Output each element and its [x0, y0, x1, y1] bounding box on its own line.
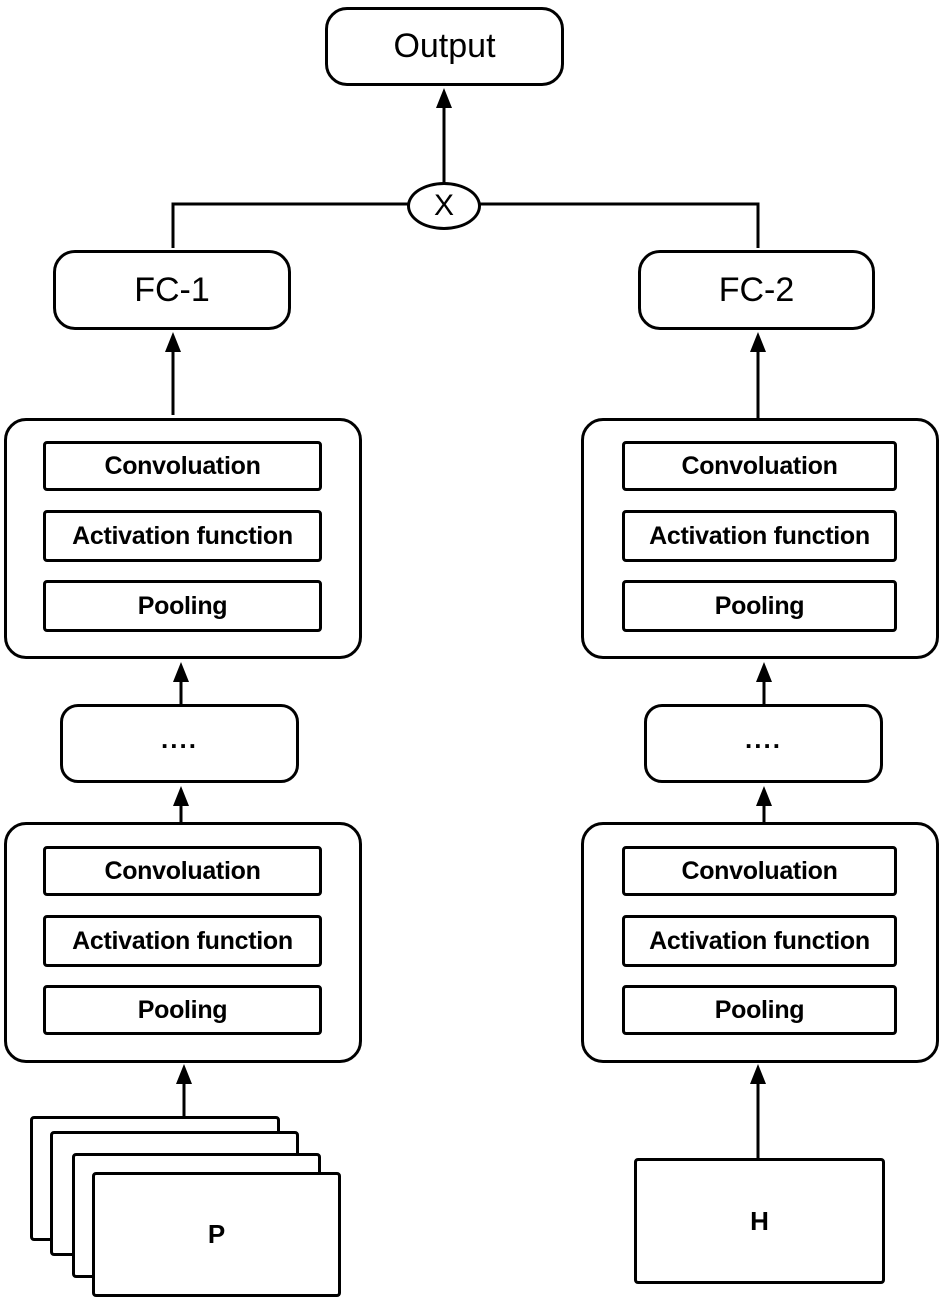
- multiply-icon: X: [433, 189, 454, 222]
- arrowhead-left-block-top: [173, 662, 189, 682]
- fc2-node: FC-2: [638, 250, 875, 330]
- arrowhead-fc1: [165, 332, 181, 352]
- arrowhead-right-ellipsis: [756, 786, 772, 806]
- right-bottom-layer-convolution: Convoluation: [622, 846, 897, 896]
- input-p-label: P: [207, 1219, 226, 1249]
- left-bottom-layer-pooling: Pooling: [43, 985, 322, 1035]
- input-h-node: H: [634, 1158, 885, 1284]
- arrowhead-right-block-top: [756, 662, 772, 682]
- arrowhead-output: [436, 88, 452, 108]
- right-top-layer-convolution: Convoluation: [622, 441, 897, 491]
- left-bottom-layer-convolution: Convoluation: [43, 846, 322, 896]
- fc1-node: FC-1: [53, 250, 291, 330]
- left-top-layer-activation: Activation function: [43, 510, 322, 562]
- multiply-node: X: [407, 182, 481, 230]
- line-fc2-to-x: [480, 202, 760, 248]
- right-ellipsis-node: ....: [644, 704, 883, 783]
- right-top-layer-pooling: Pooling: [622, 580, 897, 632]
- input-h-label: H: [750, 1205, 769, 1236]
- right-bottom-layer-pooling: Pooling: [622, 985, 897, 1035]
- output-node: Output: [325, 7, 564, 86]
- arrowhead-fc2: [750, 332, 766, 352]
- right-top-layer-activation: Activation function: [622, 510, 897, 562]
- arrowhead-left-block-bottom: [176, 1064, 192, 1084]
- left-top-layer-pooling: Pooling: [43, 580, 322, 632]
- left-bottom-layer-activation: Activation function: [43, 915, 322, 967]
- output-label: Output: [393, 27, 496, 65]
- arrowhead-right-block-bottom: [750, 1064, 766, 1084]
- right-bottom-layer-activation: Activation function: [622, 915, 897, 967]
- input-p-node: P: [92, 1172, 341, 1297]
- left-ellipsis-node: ....: [60, 704, 299, 783]
- line-fc1-to-x: [171, 202, 408, 248]
- fc2-label: FC-2: [718, 270, 795, 309]
- fc1-label: FC-1: [134, 270, 210, 309]
- left-top-layer-convolution: Convoluation: [43, 441, 322, 491]
- arrowhead-left-ellipsis: [173, 786, 189, 806]
